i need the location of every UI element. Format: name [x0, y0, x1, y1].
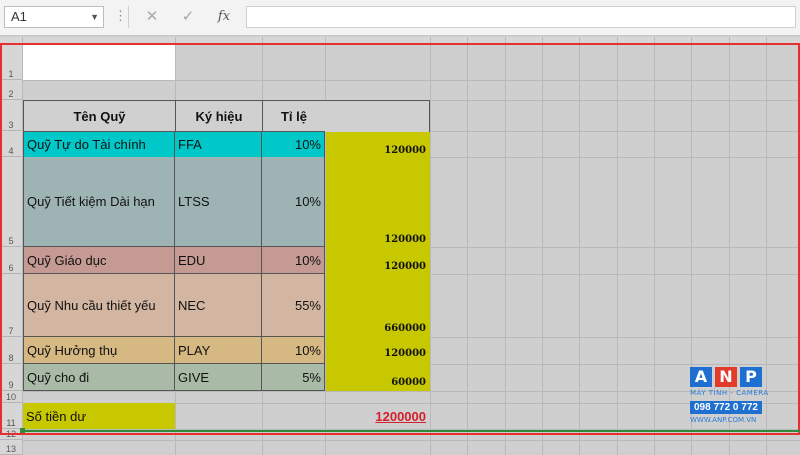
name-box-value: A1 — [11, 9, 27, 24]
active-selection-border — [22, 430, 800, 432]
fund-play-ratio[interactable]: 10% — [262, 337, 325, 364]
amount-nec[interactable]: 660000 — [330, 323, 426, 334]
header-ratio[interactable]: Tỉ lệ — [262, 100, 326, 132]
fund-ffa-code[interactable]: FFA — [175, 132, 262, 158]
amount-ltss[interactable]: 120000 — [330, 234, 426, 245]
anp-logo: A N P MÁY TÍNH - CAMERA 098 772 0 772 WW… — [690, 367, 790, 424]
fund-nec-ratio[interactable]: 55% — [262, 274, 325, 337]
fund-give-ratio[interactable]: 5% — [262, 364, 325, 391]
fund-edu-ratio[interactable]: 10% — [262, 247, 325, 274]
fund-ltss-code[interactable]: LTSS — [175, 157, 262, 247]
row-header-11[interactable]: 11 — [0, 403, 22, 429]
logo-phone: 098 772 0 772 — [690, 401, 762, 414]
fund-ffa-ratio[interactable]: 10% — [262, 132, 325, 158]
confirm-icon[interactable]: ✓ — [176, 7, 200, 27]
amount-ffa[interactable]: 120000 — [330, 145, 426, 156]
row-header-10[interactable]: 10 — [0, 391, 22, 403]
fund-ltss-name[interactable]: Quỹ Tiết kiệm Dài hạn — [23, 157, 175, 247]
cell-a1[interactable] — [23, 43, 175, 80]
fund-ffa-name[interactable]: Quỹ Tự do Tài chính — [23, 132, 175, 158]
insert-function-icon[interactable]: fx — [212, 7, 236, 27]
fund-nec-code[interactable]: NEC — [175, 274, 262, 337]
cancel-icon[interactable]: ✕ — [140, 7, 164, 27]
row-header-3[interactable]: 3 — [0, 100, 22, 131]
logo-letter-a: A — [690, 367, 712, 387]
logo-letter-n: N — [715, 367, 737, 387]
amount-play[interactable]: 120000 — [330, 348, 426, 359]
fund-ltss-ratio[interactable]: 10% — [262, 157, 325, 247]
fund-give-code[interactable]: GIVE — [175, 364, 262, 391]
row-header-5[interactable]: 5 — [0, 157, 22, 247]
fund-edu-name[interactable]: Quỹ Giáo dục — [23, 247, 175, 274]
name-box[interactable]: A1 ▼ — [4, 6, 104, 28]
remaining-label[interactable]: Số tiền dư — [23, 403, 175, 429]
separator — [128, 6, 129, 28]
fund-play-name[interactable]: Quỹ Hưởng thụ — [23, 337, 175, 364]
row-header-1[interactable]: 1 — [0, 43, 22, 80]
header-code[interactable]: Ký hiệu — [175, 100, 263, 132]
row-header-12[interactable]: 12 — [0, 429, 22, 440]
formula-input[interactable] — [246, 6, 796, 28]
chevron-down-icon[interactable]: ▼ — [90, 7, 99, 27]
row-header-2[interactable]: 2 — [0, 80, 22, 100]
amount-edu[interactable]: 120000 — [330, 261, 426, 272]
row-header-9[interactable]: 9 — [0, 364, 22, 391]
spreadsheet-grid[interactable]: 1 2 3 4 5 6 7 8 9 10 11 12 13 Tên Quỹ Ký… — [0, 37, 800, 455]
fund-nec-name[interactable]: Quỹ Nhu cầu thiết yếu — [23, 274, 175, 337]
row-header-8[interactable]: 8 — [0, 337, 22, 364]
amount-give[interactable]: 60000 — [330, 377, 426, 388]
remaining-value[interactable]: 1200000 — [330, 409, 426, 424]
more-options-icon[interactable]: ⋮ — [114, 8, 127, 24]
row-header-4[interactable]: 4 — [0, 131, 22, 157]
logo-letter-p: P — [740, 367, 762, 387]
row-header-13[interactable]: 13 — [0, 440, 22, 455]
formula-bar: A1 ▼ ⋮ ✕ ✓ fx — [0, 0, 800, 36]
logo-website: WWW.ANP.COM.VN — [690, 416, 757, 424]
fund-edu-code[interactable]: EDU — [175, 247, 262, 274]
fund-play-code[interactable]: PLAY — [175, 337, 262, 364]
fill-handle[interactable] — [20, 428, 25, 433]
fund-give-name[interactable]: Quỹ cho đi — [23, 364, 175, 391]
row-header-6[interactable]: 6 — [0, 247, 22, 274]
row-header-7[interactable]: 7 — [0, 274, 22, 337]
header-fund-name[interactable]: Tên Quỹ — [23, 100, 176, 132]
header-amount[interactable] — [325, 100, 430, 132]
logo-tagline: MÁY TÍNH - CAMERA — [690, 389, 769, 397]
